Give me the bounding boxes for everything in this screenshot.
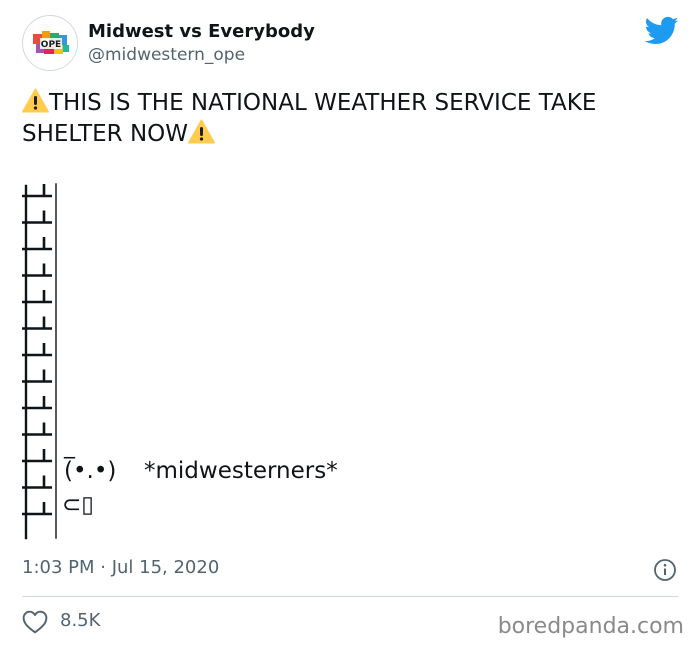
- hands-ascii: ⊂▯: [62, 492, 94, 518]
- avatar-logo: OPE: [24, 17, 77, 70]
- twitter-bird-icon[interactable]: [645, 16, 679, 46]
- warning-icon: [188, 119, 215, 144]
- display-name[interactable]: Midwest vs Everybody: [88, 21, 315, 42]
- tweet-line-1-text: THIS IS THE NATIONAL WEATHER SERVICE TAK…: [49, 90, 597, 116]
- like-count[interactable]: 8.5K: [60, 610, 100, 631]
- shelter-ascii-art: [22, 183, 57, 540]
- face-ascii: (•.•): [64, 458, 117, 484]
- watermark: boredpanda.com: [497, 614, 684, 639]
- tweet-line-2: SHELTER NOW: [22, 119, 682, 150]
- midwesterners-caption: *midwesterners*: [144, 458, 338, 484]
- face-top: _: [64, 434, 75, 459]
- info-icon[interactable]: [653, 558, 677, 582]
- tweet-line-2-text: SHELTER NOW: [22, 121, 188, 147]
- warning-icon: [22, 88, 49, 113]
- divider: [22, 596, 678, 597]
- heart-icon[interactable]: [22, 610, 48, 634]
- avatar-text: OPE: [41, 40, 61, 50]
- avatar[interactable]: OPE: [22, 15, 78, 71]
- tweet-line-1: THIS IS THE NATIONAL WEATHER SERVICE TAK…: [22, 88, 682, 119]
- tweet-timestamp[interactable]: 1:03 PM · Jul 15, 2020: [22, 557, 219, 578]
- tweet-text: THIS IS THE NATIONAL WEATHER SERVICE TAK…: [22, 88, 682, 150]
- user-handle[interactable]: @midwestern_ope: [88, 45, 245, 65]
